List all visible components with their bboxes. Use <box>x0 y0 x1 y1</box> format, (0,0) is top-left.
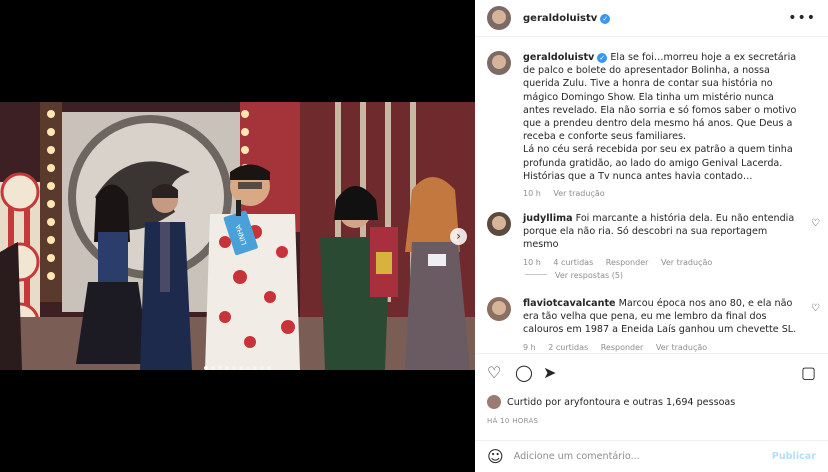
post-timestamp: HÁ 10 HORAS <box>487 417 539 425</box>
verified-badge-icon: ✓ <box>597 53 608 63</box>
carousel-indicator <box>0 355 475 374</box>
carousel-dot <box>204 366 208 370</box>
comment-icon[interactable]: ◯ <box>515 363 533 383</box>
carousel-dot <box>267 366 271 370</box>
more-options-icon[interactable]: ••• <box>788 10 816 26</box>
carousel-dot <box>225 366 229 370</box>
comment-likes[interactable]: 4 curtidas <box>553 258 593 267</box>
carousel-dot <box>253 366 257 370</box>
caption-translation-link[interactable]: Ver tradução <box>553 189 604 198</box>
caption-time[interactable]: 10 h <box>523 189 541 198</box>
commenter-username[interactable]: flaviotcavalcante <box>523 298 616 309</box>
comment-input[interactable] <box>513 451 754 462</box>
add-comment-bar: ☺ Publicar <box>475 440 828 472</box>
comment-like-heart-icon[interactable]: ♡ <box>811 303 820 314</box>
carousel-dot <box>211 366 215 370</box>
caption-text-1: Ela se foi…morreu hoje a ex secretária d… <box>523 52 797 143</box>
emoji-icon[interactable]: ☺ <box>487 447 504 466</box>
comment-reply-button[interactable]: Responder <box>606 258 649 267</box>
carousel-dot <box>239 366 243 370</box>
carousel-dot <box>260 366 264 370</box>
comment-translation-link[interactable]: Ver tradução <box>656 343 707 352</box>
caption-text-2: Lá no céu será recebida por seu ex patrã… <box>523 144 793 182</box>
comment-translation-link[interactable]: Ver tradução <box>661 258 712 267</box>
comment-time[interactable]: 10 h <box>523 258 541 267</box>
view-replies-button[interactable]: Ver respostas (5) <box>525 271 623 280</box>
carousel-dot <box>232 366 236 370</box>
comment-item: judyllima Foi marcante a história dela. … <box>487 212 798 269</box>
likes-text[interactable]: Curtido por aryfontoura e outras 1,694 p… <box>507 397 735 408</box>
verified-badge-icon: ✓ <box>600 13 611 24</box>
likes-summary[interactable]: Curtido por aryfontoura e outras 1,694 p… <box>487 395 735 409</box>
comment-reply-button[interactable]: Responder <box>601 343 644 352</box>
caption-username[interactable]: geraldoluistv <box>523 52 594 63</box>
post-details-panel: geraldoluistv ✓ ••• geraldoluistv ✓ Ela se… <box>475 0 828 472</box>
comment-meta: 9 h 2 curtidas Responder Ver tradução <box>523 341 798 353</box>
post-photo[interactable]: LINHA <box>0 102 475 370</box>
author-avatar[interactable] <box>487 6 511 30</box>
liker-avatar[interactable] <box>487 395 501 409</box>
commenter-avatar[interactable] <box>487 212 511 236</box>
carousel-dot <box>246 366 250 370</box>
comment-likes[interactable]: 2 curtidas <box>548 343 588 352</box>
comment-item: flaviotcavalcante Marcou época nos ano 8… <box>487 297 798 353</box>
author-username-text[interactable]: geraldoluistv <box>523 13 597 24</box>
carousel-dot <box>218 366 222 370</box>
post-actions: ♡ ◯ ➤ ▢ <box>487 363 816 385</box>
caption-meta: 10 h Ver tradução <box>523 187 803 200</box>
post-header: geraldoluistv ✓ ••• <box>475 0 828 37</box>
commenter-username[interactable]: judyllima <box>523 213 573 224</box>
comments-scroll-area[interactable]: geraldoluistv ✓ Ela se foi…morreu hoje a … <box>475 38 828 354</box>
commenter-avatar[interactable] <box>487 297 511 321</box>
heart-icon[interactable]: ♡ <box>487 363 501 383</box>
caption-avatar[interactable] <box>487 51 511 75</box>
comment-time[interactable]: 9 h <box>523 343 536 352</box>
comment-like-heart-icon[interactable]: ♡ <box>811 218 820 229</box>
post-media: LINHA › <box>0 0 475 472</box>
publish-button[interactable]: Publicar <box>772 451 816 462</box>
comment-meta: 10 h 4 curtidas Responder Ver tradução <box>523 256 798 269</box>
caption: geraldoluistv ✓ Ela se foi…morreu hoje a … <box>487 51 803 200</box>
carousel-next-button[interactable]: › <box>450 228 467 245</box>
author-username[interactable]: geraldoluistv ✓ <box>523 13 611 24</box>
bookmark-icon[interactable]: ▢ <box>801 363 816 383</box>
share-icon[interactable]: ➤ <box>543 363 556 383</box>
